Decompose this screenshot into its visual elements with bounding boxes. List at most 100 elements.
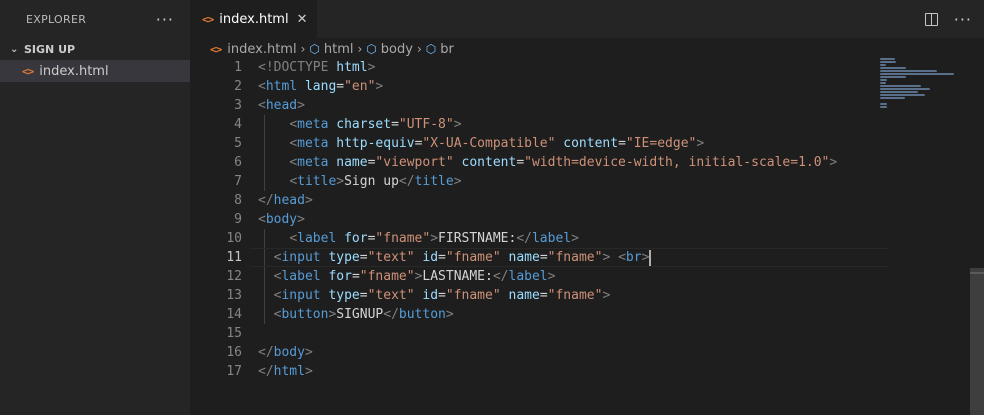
code-token: < <box>289 136 298 151</box>
code-line[interactable]: <meta name="viewport" content="width=dev… <box>258 153 878 172</box>
minimap-line <box>880 67 906 69</box>
code-line[interactable]: <button>SIGNUP</button> <box>258 305 878 324</box>
code-line[interactable]: <body> <box>258 210 878 229</box>
code-line[interactable] <box>258 324 878 343</box>
code-line[interactable]: <input type="text" id="fname" name="fnam… <box>258 286 878 305</box>
chevron-right-icon: › <box>416 42 422 56</box>
breadcrumb-label: body <box>380 41 413 57</box>
breadcrumb-item-body[interactable]: ⬡ body <box>366 42 413 57</box>
code-token: > <box>336 174 345 189</box>
code-token: for <box>328 269 352 284</box>
line-number: 12 <box>226 269 242 284</box>
line-number: 3 <box>234 98 242 113</box>
code-token: = <box>438 250 446 265</box>
code-token: = <box>618 136 626 151</box>
code-line[interactable]: </body> <box>258 343 878 362</box>
code-token: < <box>289 231 298 246</box>
folder-sign-up[interactable]: ⌄ SIGN UP <box>0 38 190 60</box>
code-line[interactable]: </head> <box>258 191 878 210</box>
editor-area: <> index.html ✕ ··· <> index.html › ⬡ ht… <box>190 0 984 415</box>
code-lines[interactable]: <!DOCTYPE html> <html lang="en"> <head> <m… <box>250 58 888 381</box>
code-editor[interactable]: 1 2 3 4 5 6 7 8 9 10 11 12 13 14 15 16 17 <!DOCTYPE html… <box>190 58 984 415</box>
code-token: = <box>351 269 360 284</box>
more-actions-icon[interactable]: ··· <box>954 10 972 29</box>
minimap[interactable] <box>880 58 970 108</box>
breadcrumb-label: br <box>440 41 454 57</box>
breadcrumb-item-br[interactable]: ⬡ br <box>426 42 454 57</box>
cube-icon: ⬡ <box>309 42 320 56</box>
html-file-icon: <> <box>22 64 34 78</box>
code-token: FIRSTNAME: <box>438 231 517 246</box>
code-line[interactable]: <head> <box>258 96 878 115</box>
code-token: = <box>359 250 368 265</box>
code-token: > <box>602 288 611 303</box>
code-token: "width=device-width, initial-scale=1.0" <box>524 155 830 170</box>
code-token: "text" <box>367 288 423 303</box>
code-token: meta <box>297 136 337 151</box>
code-line[interactable]: <label for="fname">LASTNAME:</label> <box>258 267 878 286</box>
code-token: label <box>531 231 572 246</box>
code-token: < <box>258 79 266 94</box>
code-token: id <box>422 250 439 265</box>
breadcrumb: <> index.html › ⬡ html › ⬡ body › ⬡ br <box>190 38 984 60</box>
code-token: > <box>571 231 579 246</box>
code-token: </ <box>516 231 532 246</box>
code-line[interactable]: <title>Sign up</title> <box>258 172 878 191</box>
code-line[interactable]: </html> <box>258 362 878 381</box>
code-token: content <box>461 155 517 170</box>
code-line[interactable]: <meta http-equiv = "X-UA-Compatible" conte… <box>258 134 878 153</box>
html-file-icon: <> <box>210 42 222 56</box>
line-number: 1 <box>234 60 242 75</box>
minimap-line <box>880 106 887 108</box>
tab-index-html[interactable]: <> index.html ✕ <box>190 0 318 38</box>
code-token: > <box>304 364 313 379</box>
breadcrumb-item-file[interactable]: <> index.html <box>210 42 297 57</box>
cube-icon: ⬡ <box>366 42 377 56</box>
minimap-line <box>880 97 905 99</box>
file-label: index.html <box>39 63 109 79</box>
breadcrumb-item-html[interactable]: ⬡ html <box>309 42 353 57</box>
file-item-index-html[interactable]: <> index.html <box>0 60 190 82</box>
line-number: 16 <box>226 345 242 360</box>
code-token: > <box>696 136 705 151</box>
close-icon[interactable]: ✕ <box>297 12 308 27</box>
line-number-gutter: 1 2 3 4 5 6 7 8 9 10 11 12 13 14 15 16 17 <box>190 58 242 381</box>
code-token: body <box>265 212 298 227</box>
code-token: < <box>258 98 266 113</box>
code-line[interactable]: <!DOCTYPE html> <box>258 58 878 77</box>
code-token: > <box>304 345 313 360</box>
code-token: < <box>289 117 298 132</box>
breadcrumb-label: html <box>323 41 354 57</box>
folder-label: SIGN UP <box>24 42 76 56</box>
code-token: name <box>336 155 368 170</box>
cube-icon: ⬡ <box>425 42 437 56</box>
code-line[interactable]: <input type="text" id="fname" name="fnam… <box>250 248 888 267</box>
code-token: = <box>539 288 548 303</box>
code-token: > <box>430 231 439 246</box>
code-line[interactable]: <label for="fname">FIRSTNAME:</label> <box>258 229 878 248</box>
scrollbar-thumb[interactable] <box>970 268 984 415</box>
minimap-line <box>880 82 886 84</box>
code-token: > <box>367 60 376 75</box>
code-token: > <box>375 79 384 94</box>
minimap-line <box>880 61 896 63</box>
code-token: "en" <box>344 79 376 94</box>
code-token: = <box>438 288 446 303</box>
code-token: LASTNAME: <box>422 269 493 284</box>
code-token: > <box>297 212 305 227</box>
chevron-right-icon: › <box>357 42 363 56</box>
code-token: "IE=edge" <box>625 136 697 151</box>
explorer-more-icon[interactable]: ··· <box>156 10 174 29</box>
code-token: input <box>281 250 329 265</box>
code-line[interactable]: <meta charset="UTF-8"> <box>258 115 878 134</box>
line-number: 10 <box>226 231 242 246</box>
code-token: html <box>265 79 305 94</box>
minimap-line <box>880 58 895 60</box>
code-line[interactable]: <html lang="en"> <box>258 77 878 96</box>
code-token: "fname" <box>445 288 509 303</box>
split-editor-icon[interactable] <box>924 12 938 26</box>
